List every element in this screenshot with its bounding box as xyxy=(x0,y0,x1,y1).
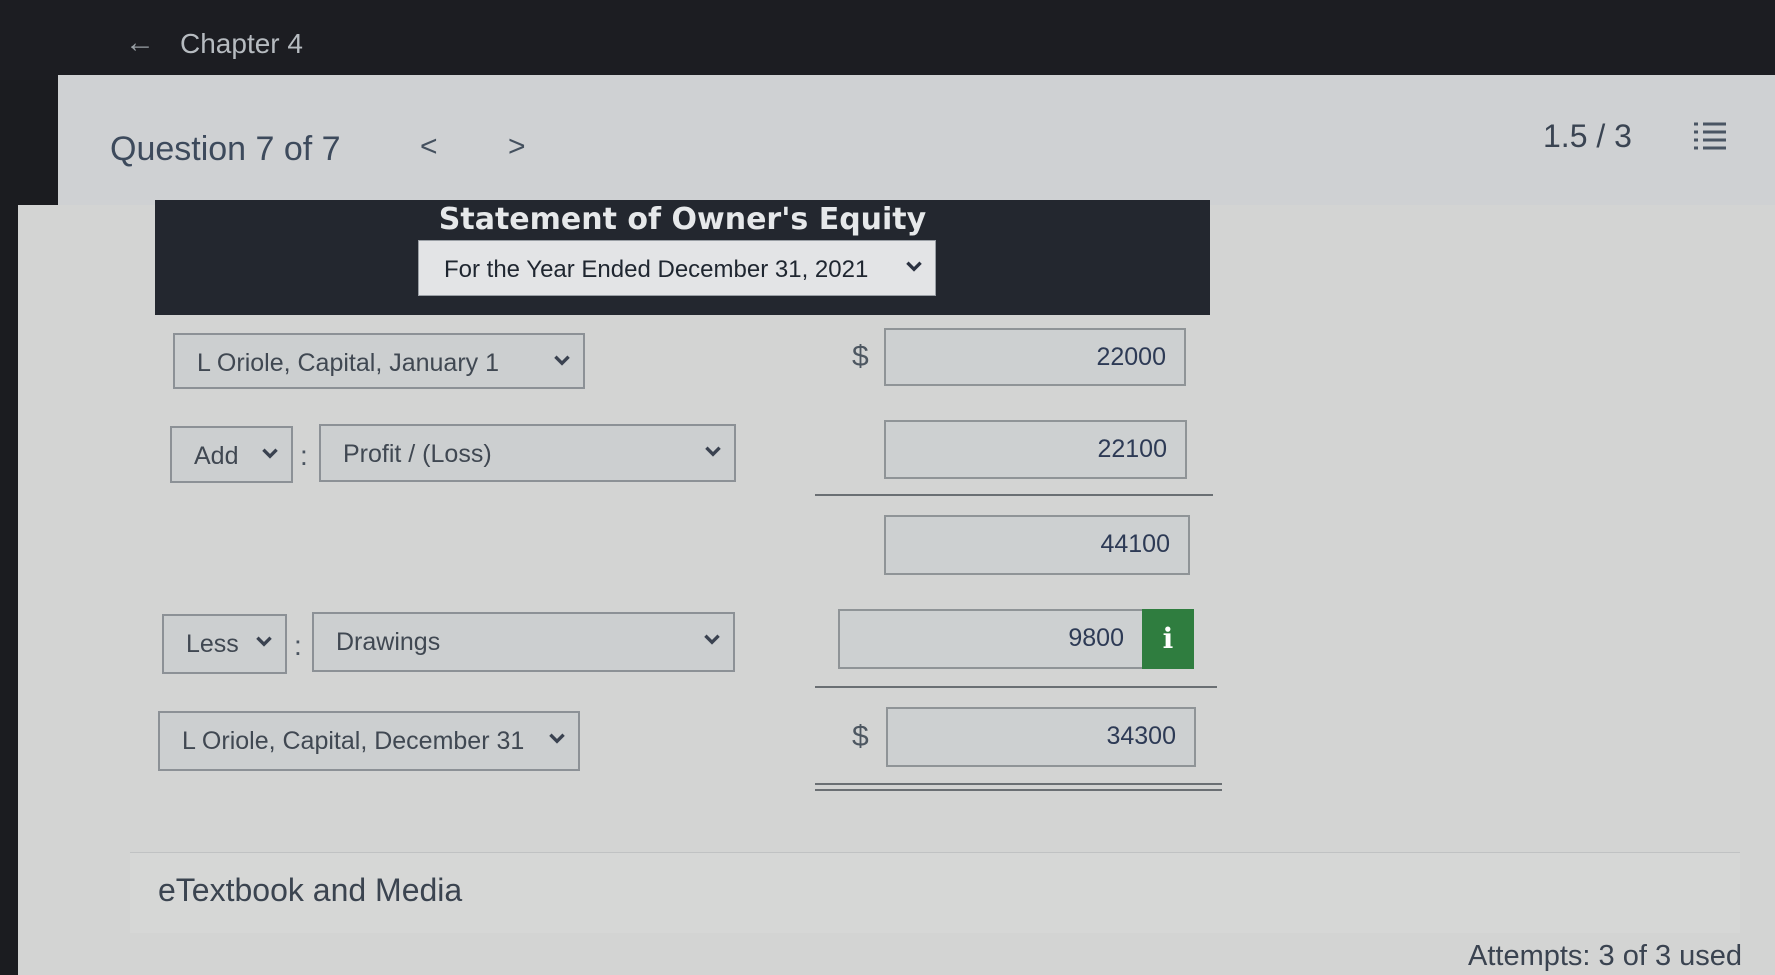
drawings-select[interactable]: Drawings xyxy=(312,612,735,672)
chevron-down-icon xyxy=(705,446,721,457)
add-operator-label: Add xyxy=(194,442,239,470)
subtotal-amount-input[interactable]: 44100 xyxy=(884,515,1190,575)
chevron-down-icon xyxy=(549,733,565,744)
chevron-down-icon xyxy=(554,355,570,366)
opening-capital-select[interactable]: L Oriole, Capital, January 1 xyxy=(173,333,585,389)
currency-symbol: $ xyxy=(852,720,869,753)
question-title: Question 7 of 7 xyxy=(110,130,341,168)
chevron-down-icon xyxy=(906,261,922,272)
drawings-label: Drawings xyxy=(336,628,441,656)
less-operator-label: Less xyxy=(186,630,239,658)
opening-capital-amount-input[interactable]: 22000 xyxy=(884,328,1186,386)
profit-loss-select[interactable]: Profit / (Loss) xyxy=(319,424,736,482)
drawings-amount-input[interactable]: 9800 xyxy=(838,609,1144,669)
chevron-down-icon xyxy=(262,448,278,459)
arrow-left-icon[interactable]: ← xyxy=(125,26,155,60)
statement-title: Statement of Owner's Equity xyxy=(438,202,927,237)
less-operator-select[interactable]: Less xyxy=(162,614,287,674)
total-rule xyxy=(815,686,1217,688)
next-question-button[interactable]: > xyxy=(508,130,526,164)
info-icon[interactable]: i xyxy=(1142,609,1194,669)
subtotal-rule xyxy=(815,494,1213,496)
opening-capital-label: L Oriole, Capital, January 1 xyxy=(197,349,500,377)
period-select[interactable]: For the Year Ended December 31, 2021 xyxy=(418,240,936,296)
profit-loss-label: Profit / (Loss) xyxy=(343,440,492,468)
list-icon[interactable] xyxy=(1690,116,1730,156)
profit-amount-input[interactable]: 22100 xyxy=(884,420,1187,479)
attempts-status: Attempts: 3 of 3 used xyxy=(1468,940,1743,972)
double-rule-bottom xyxy=(815,789,1222,791)
add-operator-select[interactable]: Add xyxy=(170,426,293,483)
double-rule-top xyxy=(815,783,1222,785)
score: 1.5 / 3 xyxy=(1543,118,1632,154)
closing-capital-label: L Oriole, Capital, December 31 xyxy=(182,727,525,755)
separator-colon: : xyxy=(300,440,308,471)
previous-question-button[interactable]: < xyxy=(420,130,438,164)
currency-symbol: $ xyxy=(852,340,869,373)
chevron-down-icon xyxy=(704,634,720,645)
closing-capital-select[interactable]: L Oriole, Capital, December 31 xyxy=(158,711,580,771)
chevron-down-icon xyxy=(256,636,272,647)
etextbook-label[interactable]: eTextbook and Media xyxy=(158,872,462,909)
chapter-link[interactable]: Chapter 4 xyxy=(180,28,303,60)
separator-colon: : xyxy=(294,630,302,661)
closing-capital-amount-input[interactable]: 34300 xyxy=(886,707,1196,767)
period-select-value: For the Year Ended December 31, 2021 xyxy=(444,256,869,283)
